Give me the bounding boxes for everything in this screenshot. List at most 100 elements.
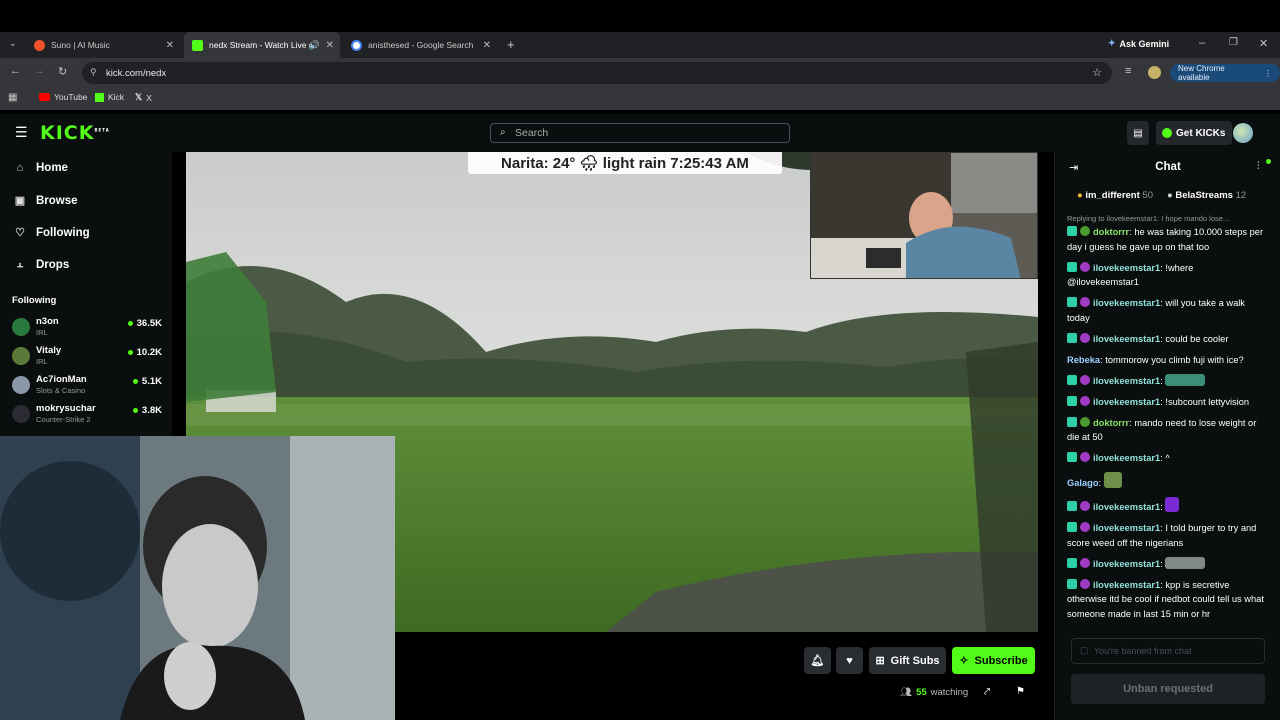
kick-logo[interactable]: KICKBETA — [40, 122, 110, 144]
chat-username[interactable]: Rebeka — [1067, 355, 1100, 365]
bookmark-youtube[interactable]: YouTube — [39, 92, 87, 102]
avatar — [12, 318, 30, 336]
emote-icon — [1165, 556, 1206, 569]
stream-controls: 🔔︎ ♥ ⊞ Gift Subs ✧ Subscribe 👥︎ 55 watch… — [395, 632, 1054, 720]
user-avatar[interactable] — [1233, 123, 1253, 143]
search-input[interactable]: ⌕ Search — [490, 123, 790, 143]
sidebar-item-drops[interactable]: ⫠ Drops — [14, 258, 70, 271]
x-logo-icon: 𝕏 — [135, 92, 143, 102]
chat-text: could be cooler — [1165, 333, 1229, 344]
chat-message: ilovekeemstar1: !subcount lettyvision — [1067, 395, 1267, 410]
follow-heart-button[interactable]: ♥ — [836, 647, 863, 674]
new-tab-plus-icon[interactable]: + — [507, 37, 515, 52]
bookmark-star-icon[interactable]: ☆ — [1092, 66, 1102, 79]
following-channel-ac7ionman[interactable]: Ac7ionMan Slots & Casino 5.1K — [12, 374, 162, 401]
chat-username[interactable]: ilovekeemstar1 — [1093, 298, 1160, 308]
new-chrome-available-button[interactable]: New Chrome available ⋮ — [1170, 64, 1280, 82]
user-badge-icon — [1080, 297, 1090, 307]
close-icon[interactable]: ✕ — [326, 40, 334, 51]
gift-icon: ⊞ — [875, 655, 885, 667]
chat-message: ilovekeemstar1: will you take a walk tod… — [1067, 297, 1245, 323]
ask-gemini-button[interactable]: ✦ Ask Gemini — [1108, 38, 1169, 49]
site-info-icon[interactable]: ⚲ — [90, 67, 97, 78]
browser-tab-suno[interactable]: Suno | AI Music ✕ — [26, 32, 180, 58]
following-channel-mokrysuchar[interactable]: mokrysuchar Counter-Strike 2 3.8K — [12, 403, 162, 430]
profile-avatar[interactable] — [1148, 66, 1161, 79]
close-icon[interactable]: ✕ — [166, 40, 174, 51]
live-dot-icon — [127, 350, 133, 355]
inbox-button[interactable]: ▤ — [1127, 121, 1149, 145]
reload-icon[interactable]: ↻ — [58, 65, 67, 78]
chat-messages: doktorrr: he was taking 10.000 steps per… — [1067, 225, 1267, 628]
viewer-count-text: 3.8K — [141, 405, 162, 416]
viewer-count: 10.2K — [127, 347, 162, 358]
sub-badge-icon — [1067, 416, 1077, 427]
subscribe-button[interactable]: ✧ Subscribe — [952, 647, 1035, 674]
bookmark-x[interactable]: 𝕏 X — [135, 92, 152, 103]
watching-label: watching — [930, 687, 969, 698]
kebab-menu-icon: ⋮ — [1264, 68, 1272, 78]
emote-icon — [1165, 497, 1180, 512]
user-badge-icon — [1080, 501, 1090, 511]
bookmark-kick[interactable]: Kick — [95, 92, 124, 102]
browser-tab-google[interactable]: anisthesed - Google Search ✕ — [343, 32, 497, 58]
chat-username[interactable]: ilovekeemstar1 — [1093, 334, 1160, 344]
browser-tab-bar: ⌄ Suno | AI Music ✕ nedx Stream - Watch … — [0, 32, 1280, 58]
share-icon[interactable]: ⤤ — [984, 686, 990, 699]
sidebar-item-following[interactable]: ♡ Following — [14, 226, 90, 240]
sub-badge-icon — [1067, 501, 1077, 511]
user-badge-icon — [1080, 261, 1090, 272]
beta-tag: BETA — [94, 127, 110, 133]
following-channel-n3on[interactable]: n3on IRL 36.5K — [12, 316, 162, 343]
media-control-icon[interactable]: ≡ — [1125, 65, 1131, 77]
chat-username[interactable]: doktorrr — [1093, 418, 1129, 428]
chat-username[interactable]: ilovekeemstar1 — [1093, 523, 1160, 533]
apps-grid-icon[interactable]: ▦ — [8, 92, 17, 103]
restore-icon[interactable]: ❐ — [1229, 37, 1238, 48]
forward-arrow-icon[interactable]: → — [34, 65, 45, 77]
following-channel-vitaly[interactable]: Vitaly IRL 10.2K — [12, 345, 162, 372]
chat-username[interactable]: doktorrr — [1093, 227, 1129, 237]
unban-requested-button[interactable]: Unban requested — [1071, 674, 1265, 704]
browser-tab-kick[interactable]: nedx Stream - Watch Live o 🔊 ✕ — [184, 32, 340, 58]
chat-username[interactable]: ilovekeemstar1 — [1093, 263, 1160, 273]
report-icon[interactable]: ⚑ — [1016, 686, 1025, 697]
chat-username[interactable]: ilovekeemstar1 — [1093, 376, 1160, 386]
tab-list-chevron-icon[interactable]: ⌄ — [9, 38, 17, 49]
chat-username[interactable]: Galago — [1067, 478, 1099, 488]
streamer-inset-camera — [810, 152, 1038, 279]
speaker-icon[interactable]: 🔊 — [309, 40, 320, 51]
user-badge-icon — [1080, 557, 1090, 568]
minimize-icon[interactable]: – — [1199, 37, 1205, 49]
gifter-name: BelaStreams — [1175, 190, 1233, 201]
sub-badge-icon — [1067, 374, 1077, 385]
get-kicks-button[interactable]: Get KICKs — [1156, 121, 1233, 145]
back-arrow-icon[interactable]: ← — [10, 65, 21, 77]
notification-bell-button[interactable]: 🔔︎ — [804, 647, 831, 674]
gifter-badge-icon: ● — [1077, 190, 1083, 201]
gifter[interactable]: ● BelaStreams 12 — [1167, 190, 1246, 201]
chat-input[interactable]: ▢ You're banned from chat — [1071, 638, 1265, 664]
nav-label: Home — [36, 162, 68, 174]
viewer-count-text: 10.2K — [136, 347, 162, 358]
chat-username[interactable]: ilovekeemstar1 — [1093, 502, 1160, 512]
chat-message: ilovekeemstar1: — [1067, 373, 1267, 389]
chat-username[interactable]: ilovekeemstar1 — [1093, 453, 1160, 463]
window-close-icon[interactable]: ✕ — [1259, 37, 1268, 50]
chat-username[interactable]: ilovekeemstar1 — [1093, 559, 1160, 569]
chat-username[interactable]: ilovekeemstar1 — [1093, 580, 1160, 590]
address-bar[interactable]: ⚲ kick.com/nedx ☆ — [82, 62, 1112, 84]
hamburger-menu-icon[interactable]: ☰ — [15, 124, 28, 141]
bell-icon: 🔔︎ — [810, 655, 825, 667]
close-icon[interactable]: ✕ — [483, 40, 491, 51]
gifter[interactable]: ● im_different 50 — [1077, 190, 1153, 201]
chat-users-icon[interactable]: ⫶ — [1257, 161, 1260, 172]
sidebar-item-home[interactable]: ⌂ Home — [14, 162, 68, 174]
chat-username[interactable]: ilovekeemstar1 — [1093, 397, 1160, 407]
viewer-count-text: 36.5K — [136, 318, 162, 329]
channel-name: mokrysuchar — [36, 403, 96, 414]
sub-badge-icon — [1067, 226, 1077, 236]
sidebar-item-browse[interactable]: ▣ Browse — [14, 194, 78, 208]
gift-subs-button[interactable]: ⊞ Gift Subs — [869, 647, 946, 674]
sub-badge-icon — [1067, 557, 1077, 568]
